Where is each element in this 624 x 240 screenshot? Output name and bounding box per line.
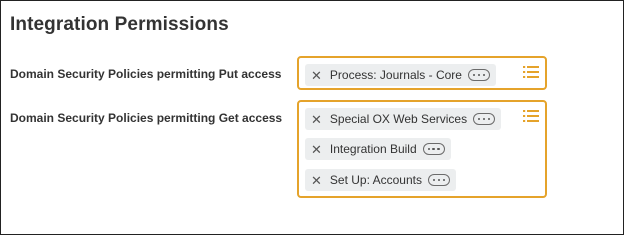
get-access-multiselect[interactable]: ✕ Special OX Web Services ✕ Integration … — [297, 100, 547, 198]
close-icon[interactable]: ✕ — [311, 143, 322, 156]
selected-item-pill: ✕ Special OX Web Services — [305, 108, 502, 130]
selected-item-pill: ✕ Integration Build — [305, 138, 451, 160]
close-icon[interactable]: ✕ — [311, 174, 322, 187]
related-actions-icon[interactable] — [422, 143, 445, 155]
selected-item-label: Process: Journals - Core — [329, 68, 462, 82]
related-actions-icon[interactable] — [427, 174, 450, 186]
selected-item-pill: ✕ Set Up: Accounts — [305, 169, 456, 191]
selected-item-label: Special OX Web Services — [329, 112, 468, 126]
put-access-label: Domain Security Policies permitting Put … — [10, 67, 282, 81]
selected-item-label: Set Up: Accounts — [329, 173, 422, 187]
close-icon[interactable]: ✕ — [311, 113, 322, 126]
list-prompt-icon[interactable] — [523, 110, 539, 122]
list-prompt-icon[interactable] — [523, 66, 539, 78]
get-access-label: Domain Security Policies permitting Get … — [10, 111, 283, 125]
section-title: Integration Permissions — [10, 14, 229, 35]
close-icon[interactable]: ✕ — [311, 69, 322, 82]
related-actions-icon[interactable] — [473, 113, 496, 125]
integration-permissions-panel: Integration Permissions Domain Security … — [0, 0, 624, 235]
put-access-multiselect[interactable]: ✕ Process: Journals - Core — [297, 56, 547, 90]
selected-item-pill: ✕ Process: Journals - Core — [305, 64, 496, 86]
related-actions-icon[interactable] — [467, 69, 490, 81]
selected-item-label: Integration Build — [329, 142, 417, 156]
